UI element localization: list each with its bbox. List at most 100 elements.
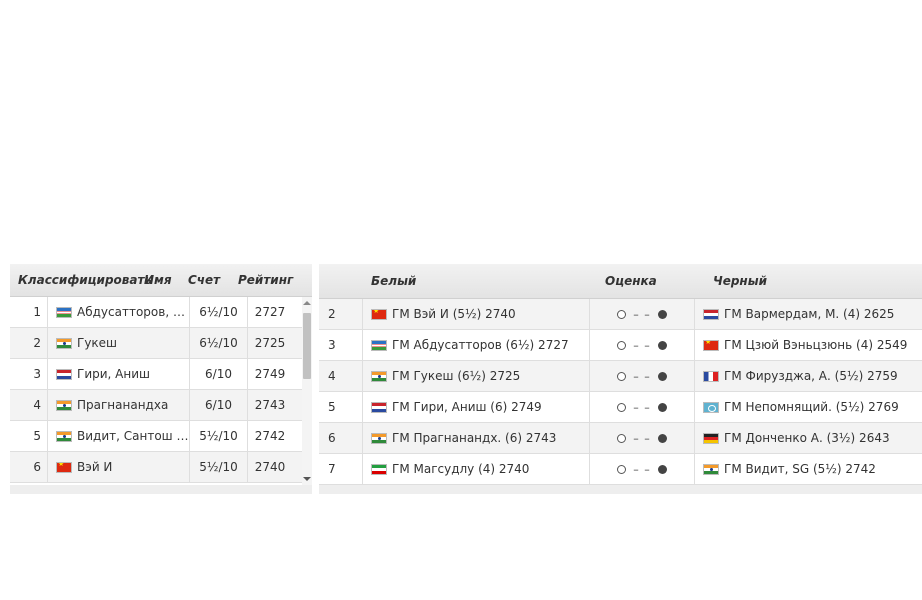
board-number: 3 [319, 330, 363, 360]
score-cell: 5½/10 [190, 452, 248, 482]
black-player-cell[interactable]: ГМ Непомнящий. (5½) 2769 [695, 392, 922, 422]
rating-cell: 2743 [254, 398, 286, 412]
white-player-name[interactable]: ГМ Гукеш (6½) 2725 [392, 369, 520, 383]
black-player-cell[interactable]: ГМ Донченко А. (3½) 2643 [695, 423, 922, 453]
player-name[interactable]: Прагнанандха [77, 398, 168, 412]
white-circle-icon [617, 464, 627, 474]
rating-cell: 2742 [254, 429, 286, 443]
country-flag-icon [56, 368, 72, 380]
white-player-cell[interactable]: ГМ Вэй И (5½) 2740 [363, 299, 590, 329]
white-player-name[interactable]: ГМ Абдусатторов (6½) 2727 [392, 338, 569, 352]
score-cell: 6½/10 [190, 297, 248, 327]
white-player-cell[interactable]: ГМ Абдусатторов (6½) 2727 [363, 330, 590, 360]
black-player-name[interactable]: ГМ Вармердам, М. (4) 2625 [724, 307, 894, 321]
country-flag-icon [703, 308, 719, 320]
rating-cell: 2727 [254, 305, 286, 319]
score-cell: 5½/10 [190, 421, 248, 451]
pairing-row[interactable]: 6 ГМ Прагнанандх. (6) 2743 – – ГМ Донченко … [319, 423, 922, 454]
column-header-name[interactable]: Имя [144, 273, 188, 287]
country-flag-icon [371, 308, 387, 320]
player-cell[interactable]: Вэй И [48, 452, 190, 482]
country-flag-icon [703, 339, 719, 351]
black-player-cell[interactable]: ГМ Вармердам, М. (4) 2625 [695, 299, 922, 329]
player-name[interactable]: Гукеш [77, 336, 117, 350]
standings-panel: Классифицировать Имя Счет Рейтинг 1 Абдус… [10, 264, 312, 494]
black-player-name[interactable]: ГМ Донченко А. (3½) 2643 [724, 431, 890, 445]
country-flag-icon [56, 399, 72, 411]
rank-cell: 1 [10, 297, 48, 327]
black-player-name[interactable]: ГМ Цзюй Вэньцзюнь (4) 2549 [724, 338, 907, 352]
black-player-cell[interactable]: ГМ Видит, SG (5½) 2742 [695, 454, 922, 484]
rank-cell: 2 [10, 328, 48, 358]
player-name[interactable]: Абдусатторов, … [77, 305, 185, 319]
country-flag-icon [56, 306, 72, 318]
standings-row[interactable]: 3 Гири, Аниш 6/10 2749 [10, 359, 302, 390]
player-cell[interactable]: Прагнанандха [48, 390, 190, 420]
player-name[interactable]: Гири, Аниш [77, 367, 150, 381]
scroll-thumb[interactable] [303, 313, 311, 379]
standings-row[interactable]: 2 Гукеш 6½/10 2725 [10, 328, 302, 359]
country-flag-icon [371, 401, 387, 413]
column-header-white: Белый [371, 274, 417, 288]
score-cell: 6/10 [190, 390, 248, 420]
white-player-name[interactable]: ГМ Прагнанандх. (6) 2743 [392, 431, 556, 445]
black-player-cell[interactable]: ГМ Цзюй Вэньцзюнь (4) 2549 [695, 330, 922, 360]
pairings-panel: Белый Оценка Черный 2 ГМ Вэй И (5½) 2740 –… [319, 264, 922, 494]
eval-dashes: – – [633, 338, 651, 352]
board-number: 6 [319, 423, 363, 453]
standings-scrollbar[interactable] [302, 297, 312, 485]
player-cell[interactable]: Видит, Сантош … [48, 421, 190, 451]
rank-cell: 6 [10, 452, 48, 482]
player-name[interactable]: Вэй И [77, 460, 112, 474]
pairing-row[interactable]: 4 ГМ Гукеш (6½) 2725 – – ГМ Фирузджа, А. (5… [319, 361, 922, 392]
white-player-name[interactable]: ГМ Вэй И (5½) 2740 [392, 307, 516, 321]
standings-row[interactable]: 4 Прагнанандха 6/10 2743 [10, 390, 302, 421]
white-circle-icon [617, 433, 627, 443]
player-name[interactable]: Видит, Сантош … [77, 429, 188, 443]
pairing-row[interactable]: 2 ГМ Вэй И (5½) 2740 – – ГМ Вармердам, М. (… [319, 299, 922, 330]
pairing-row[interactable]: 5 ГМ Гири, Аниш (6) 2749 – – ГМ Непомнящий.… [319, 392, 922, 423]
eval-dashes: – – [633, 307, 651, 321]
white-player-cell[interactable]: ГМ Гукеш (6½) 2725 [363, 361, 590, 391]
black-circle-icon [657, 371, 667, 381]
board-number: 7 [319, 454, 363, 484]
country-flag-icon [56, 461, 72, 473]
country-flag-icon [703, 401, 719, 413]
board-number: 2 [319, 299, 363, 329]
eval-dashes: – – [633, 400, 651, 414]
column-header-rating[interactable]: Рейтинг [238, 273, 298, 287]
black-player-name[interactable]: ГМ Видит, SG (5½) 2742 [724, 462, 876, 476]
score-cell: 6/10 [190, 359, 248, 389]
column-header-score[interactable]: Счет [188, 273, 238, 287]
white-player-cell[interactable]: ГМ Гири, Аниш (6) 2749 [363, 392, 590, 422]
black-player-name[interactable]: ГМ Фирузджа, А. (5½) 2759 [724, 369, 898, 383]
rating-cell: 2725 [254, 336, 286, 350]
rank-cell: 4 [10, 390, 48, 420]
pairing-row[interactable]: 7 ГМ Магсудлу (4) 2740 – – ГМ Видит, SG (5½… [319, 454, 922, 485]
white-player-name[interactable]: ГМ Магсудлу (4) 2740 [392, 462, 529, 476]
white-player-cell[interactable]: ГМ Прагнанандх. (6) 2743 [363, 423, 590, 453]
player-cell[interactable]: Гири, Аниш [48, 359, 190, 389]
standings-row[interactable]: 5 Видит, Сантош … 5½/10 2742 [10, 421, 302, 452]
scroll-down-arrow-icon[interactable] [303, 477, 311, 481]
black-circle-icon [657, 309, 667, 319]
column-header-rank[interactable]: Классифицировать [10, 273, 152, 287]
country-flag-icon [371, 339, 387, 351]
white-player-name[interactable]: ГМ Гири, Аниш (6) 2749 [392, 400, 542, 414]
black-circle-icon [657, 340, 667, 350]
standings-row[interactable]: 6 Вэй И 5½/10 2740 [10, 452, 302, 483]
rank-cell: 5 [10, 421, 48, 451]
black-circle-icon [657, 464, 667, 474]
standings-row[interactable]: 1 Абдусатторов, … 6½/10 2727 [10, 297, 302, 328]
black-circle-icon [657, 402, 667, 412]
black-player-name[interactable]: ГМ Непомнящий. (5½) 2769 [724, 400, 899, 414]
standings-table-body: 1 Абдусатторов, … 6½/10 2727 2 Гукеш 6½/10 2725… [10, 297, 302, 485]
pairing-row[interactable]: 3 ГМ Абдусатторов (6½) 2727 – – ГМ Цзюй Вэн… [319, 330, 922, 361]
player-cell[interactable]: Гукеш [48, 328, 190, 358]
player-cell[interactable]: Абдусатторов, … [48, 297, 190, 327]
eval-dashes: – – [633, 369, 651, 383]
white-player-cell[interactable]: ГМ Магсудлу (4) 2740 [363, 454, 590, 484]
black-player-cell[interactable]: ГМ Фирузджа, А. (5½) 2759 [695, 361, 922, 391]
scroll-up-arrow-icon[interactable] [303, 301, 311, 305]
country-flag-icon [371, 432, 387, 444]
